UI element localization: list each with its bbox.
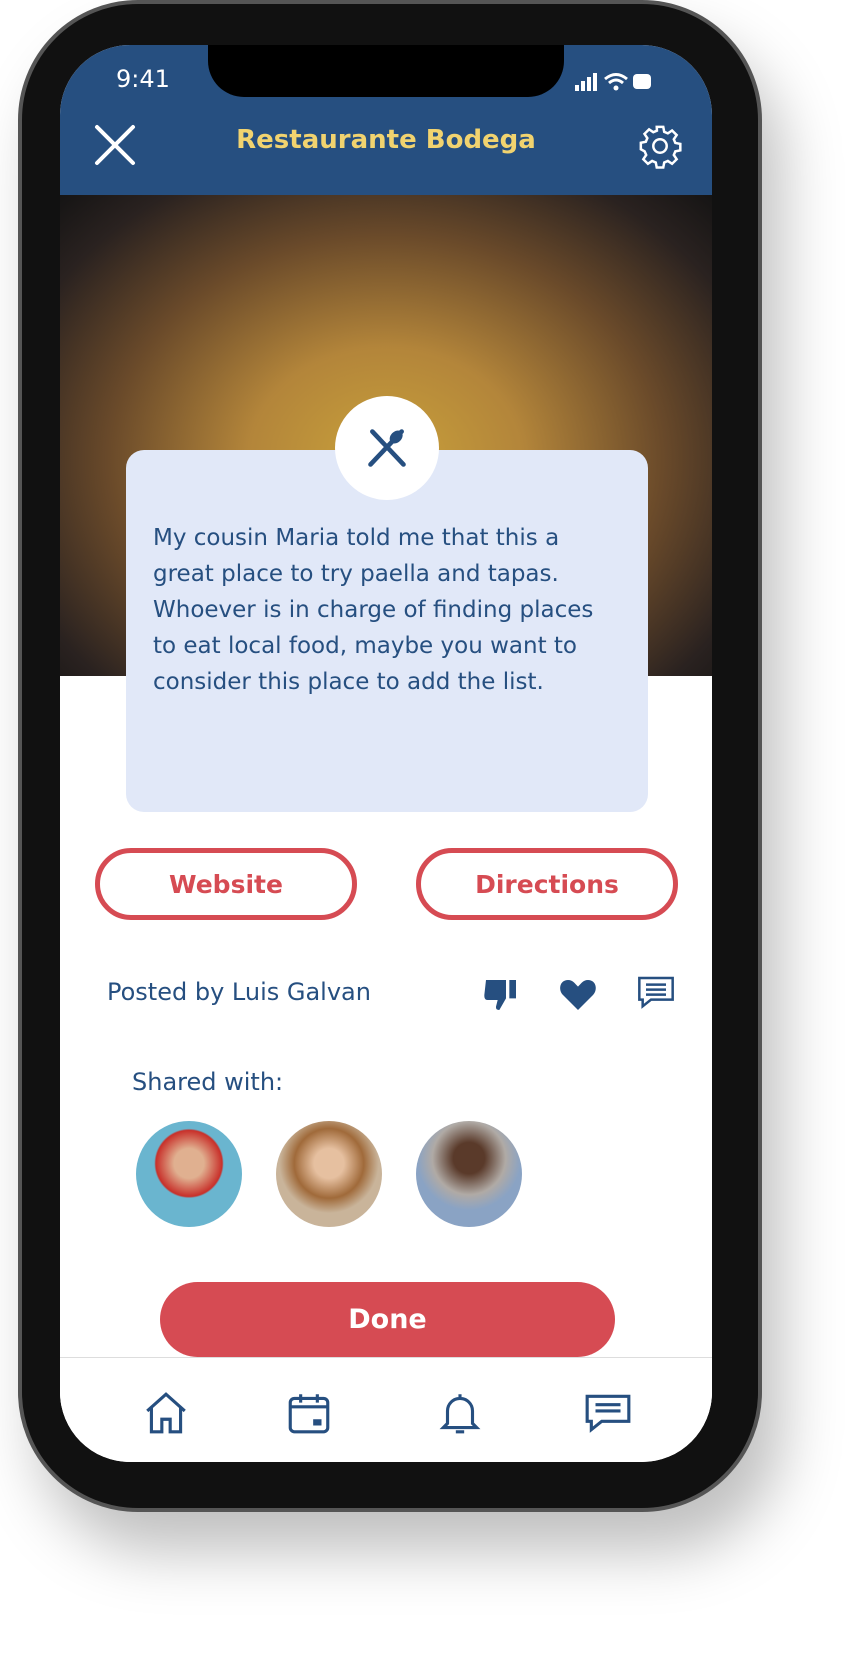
thumbs-down-icon[interactable] (480, 975, 522, 1015)
comment-icon[interactable] (635, 973, 677, 1013)
heart-icon[interactable] (558, 975, 598, 1015)
avatar[interactable] (416, 1121, 522, 1227)
posted-by: Posted by Luis Galvan (107, 978, 371, 1006)
calendar-icon[interactable] (284, 1388, 334, 1438)
avatar[interactable] (136, 1121, 242, 1227)
page-title: Restaurante Bodega (236, 125, 536, 155)
tab-bar (60, 1357, 712, 1462)
screen: 9:41 Restaurante Bodega My cousin Maria … (60, 45, 712, 1462)
notch (208, 45, 564, 97)
gear-icon[interactable] (637, 123, 683, 169)
note-text: My cousin Maria told me that this a grea… (153, 525, 594, 695)
home-icon[interactable] (141, 1388, 191, 1438)
avatar[interactable] (276, 1121, 382, 1227)
done-button[interactable]: Done (160, 1282, 615, 1357)
note-card: My cousin Maria told me that this a grea… (126, 450, 648, 812)
utensils-badge (335, 396, 439, 500)
chat-icon[interactable] (583, 1388, 633, 1438)
header: 9:41 Restaurante Bodega (60, 45, 712, 195)
utensils-icon (368, 429, 406, 467)
directions-button[interactable]: Directions (416, 848, 678, 920)
status-time: 9:41 (116, 65, 170, 93)
status-icons (575, 73, 651, 91)
website-button[interactable]: Website (95, 848, 357, 920)
bell-icon[interactable] (435, 1388, 485, 1438)
shared-with-label: Shared with: (132, 1068, 284, 1096)
